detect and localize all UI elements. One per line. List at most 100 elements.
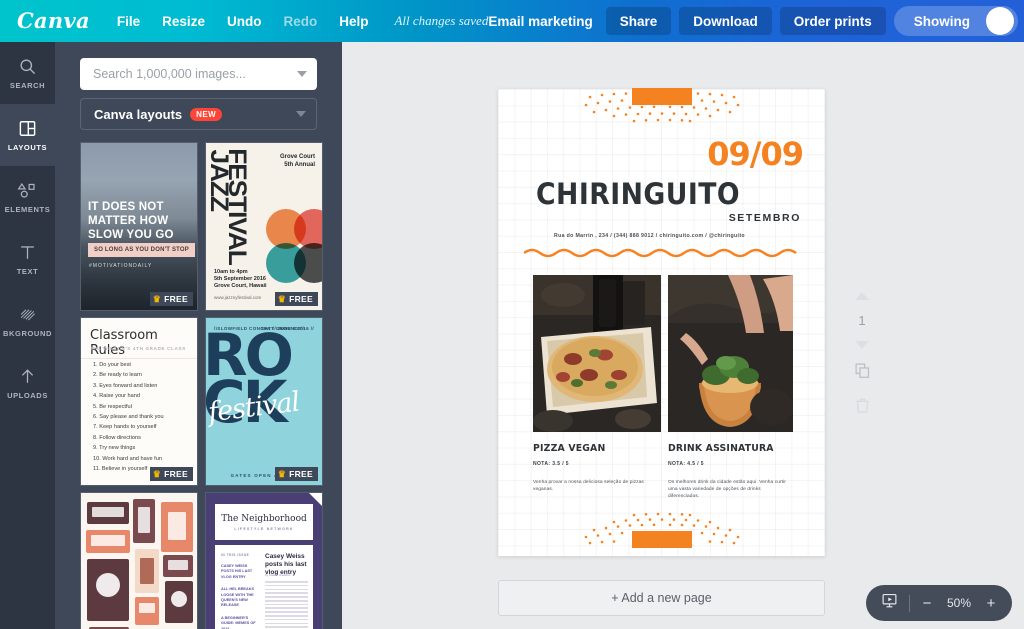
order-prints-button[interactable]: Order prints xyxy=(779,7,886,35)
item-rating-drink[interactable]: NOTA: 4.5 / 5 xyxy=(668,461,704,467)
search-input[interactable] xyxy=(93,67,297,81)
design-month[interactable]: SETEMBRO xyxy=(729,212,801,224)
cassette-shape xyxy=(87,502,129,524)
thumb3-rules: 1. Do your best 2. Be ready to learn 3. … xyxy=(93,362,164,473)
cassette-shape xyxy=(86,530,130,553)
template-thumbnail[interactable]: The Neighborhood LIFESTYLE NETWORK IN TH… xyxy=(205,492,323,629)
showing-label: Showing xyxy=(913,13,970,29)
template-thumbnail[interactable]: JAZZ FESTIVAL Grove Court 5th Annual 10a… xyxy=(205,142,323,311)
download-button[interactable]: Download xyxy=(679,7,772,35)
free-badge: ♛ FREE xyxy=(149,467,193,481)
crown-icon: ♛ xyxy=(277,293,287,304)
item-title-drink[interactable]: DRINK ASSINATURA xyxy=(668,443,774,454)
menu-item-resize[interactable]: Resize xyxy=(162,14,205,29)
avatar[interactable] xyxy=(986,7,1014,35)
chevron-down-icon[interactable] xyxy=(296,111,306,117)
cassette-shape xyxy=(135,597,159,625)
template-thumbnail[interactable]: IT DOES NOT MATTER HOW SLOW YOU GO SO LO… xyxy=(80,142,198,311)
share-button[interactable]: Share xyxy=(605,7,672,35)
top-bar: Canva File Resize Undo Redo Help All cha… xyxy=(0,0,1024,42)
thumb3-subtitle: MR. WILSON'S 4TH GRADE CLASS xyxy=(91,346,186,351)
menu-item-file[interactable]: File xyxy=(117,14,140,29)
delete-page-icon[interactable] xyxy=(855,397,870,419)
elements-icon xyxy=(17,181,38,200)
sidebar-item-layouts[interactable]: LAYOUTS xyxy=(0,92,55,178)
thumb6-body-lines xyxy=(265,581,308,629)
item-rating-pizza[interactable]: NOTA: 3.5 / 5 xyxy=(533,461,569,467)
layouts-dropdown-label: Canva layouts xyxy=(94,106,183,122)
layouts-panel: Canva layouts NEW IT DOES NOT MATTER HOW… xyxy=(55,42,342,629)
present-icon[interactable] xyxy=(881,592,898,614)
template-grid: IT DOES NOT MATTER HOW SLOW YOU GO SO LO… xyxy=(80,142,323,629)
add-new-page-button[interactable]: + Add a new page xyxy=(498,580,825,616)
chevron-down-icon[interactable] xyxy=(297,71,307,77)
sidebar-item-bkground[interactable]: BKGROUND xyxy=(0,290,55,352)
sidebar-label-text: TEXT xyxy=(16,266,39,276)
page-number: 1 xyxy=(858,313,866,328)
zoom-out-button[interactable]: − xyxy=(921,596,933,611)
design-title[interactable]: Email marketing xyxy=(488,14,592,29)
design-address[interactable]: Rua do Marrin , 234 / (344) 888 9012 / c… xyxy=(554,233,745,239)
move-page-down-icon[interactable] xyxy=(855,341,869,349)
upload-icon xyxy=(18,367,37,386)
background-icon xyxy=(18,305,37,324)
showing-button[interactable]: Showing xyxy=(893,6,1018,36)
layouts-dropdown[interactable]: Canva layouts NEW xyxy=(80,98,317,130)
cassette-shape xyxy=(165,581,193,623)
free-badge: ♛ FREE xyxy=(149,292,193,306)
free-label: FREE xyxy=(289,469,313,479)
sidebar-item-uploads[interactable]: UPLOADS xyxy=(0,352,55,414)
sidebar-item-text[interactable]: TEXT xyxy=(0,228,55,290)
item-desc-drink[interactable]: Os melhores drink da cidade estão aqui. … xyxy=(668,479,790,501)
thumb1-highlight: SO LONG AS YOU DON'T STOP xyxy=(88,243,195,257)
crown-icon: ♛ xyxy=(277,468,287,479)
thumb6-byline: by Kate F. Hawkins xyxy=(265,573,291,577)
item-desc-pizza[interactable]: Venha provar a nossa deliciosa seleção d… xyxy=(533,479,653,493)
cassette-shape xyxy=(87,559,129,621)
thumb1-line1: IT DOES NOT xyxy=(88,201,164,213)
drink-photo[interactable] xyxy=(668,275,793,432)
menu-item-help[interactable]: Help xyxy=(339,14,368,29)
cassette-shape xyxy=(133,499,155,543)
crown-icon: ♛ xyxy=(152,293,162,304)
pizza-photo[interactable] xyxy=(533,275,661,432)
item-title-pizza[interactable]: PIZZA VEGAN xyxy=(533,443,605,454)
top-dot-fan xyxy=(584,92,740,123)
menu-item-undo[interactable]: Undo xyxy=(227,14,262,29)
zoom-level: 50% xyxy=(946,596,972,610)
duplicate-page-icon[interactable] xyxy=(854,362,871,384)
save-status: All changes saved xyxy=(394,13,489,28)
search-box[interactable] xyxy=(80,58,317,90)
free-label: FREE xyxy=(289,294,313,304)
move-page-up-icon[interactable] xyxy=(855,292,869,300)
canvas-stage[interactable]: 09/09 CHIRINGUITO SETEMBRO Rua do Marrin… xyxy=(342,42,1024,629)
zoom-in-button[interactable]: + xyxy=(985,596,997,611)
template-thumbnail[interactable]: Classroom Rules MR. WILSON'S 4TH GRADE C… xyxy=(80,317,198,486)
thumb2-header: Grove Court 5th Annual xyxy=(279,154,315,168)
text-icon xyxy=(18,243,37,262)
thumb2-footer: 10am to 4pm 5th September 2016 Grove Cou… xyxy=(214,269,267,289)
page-fold-decoration xyxy=(309,493,322,506)
canva-logo[interactable]: Canva xyxy=(17,8,90,33)
thumb1-hashtag: #MOTIVATIONDAILY xyxy=(89,263,153,269)
wave-divider[interactable] xyxy=(524,247,799,259)
sidebar-item-elements[interactable]: ELEMENTS xyxy=(0,166,55,228)
design-brand-title[interactable]: CHIRINGUITO xyxy=(536,177,740,211)
template-thumbnail[interactable]: \\SLOWFIELD CONCERT GROUNDS\\ SAT // JUN… xyxy=(205,317,323,486)
design-date[interactable]: 09/09 xyxy=(707,135,804,173)
search-icon xyxy=(18,57,37,76)
bottom-orange-bar[interactable] xyxy=(632,531,692,548)
top-bar-actions: Email marketing Share Download Order pri… xyxy=(488,0,1024,42)
thumb6-sidebar: IN THIS ISSUE CASEY WEISS POSTS HIS LAST… xyxy=(221,553,256,629)
sidebar-label-search: SEARCH xyxy=(9,80,46,90)
layouts-icon xyxy=(18,119,37,138)
divider xyxy=(909,594,910,612)
main-menu: File Resize Undo Redo Help xyxy=(117,14,369,29)
design-page[interactable]: 09/09 CHIRINGUITO SETEMBRO Rua do Marrin… xyxy=(498,88,825,556)
sidebar-label-elements: ELEMENTS xyxy=(4,204,51,214)
sidebar-label-layouts: LAYOUTS xyxy=(7,142,48,152)
template-thumbnail[interactable] xyxy=(80,492,198,629)
cassette-shape xyxy=(161,502,193,552)
cassette-shape xyxy=(135,549,159,593)
menu-item-redo: Redo xyxy=(283,13,318,29)
